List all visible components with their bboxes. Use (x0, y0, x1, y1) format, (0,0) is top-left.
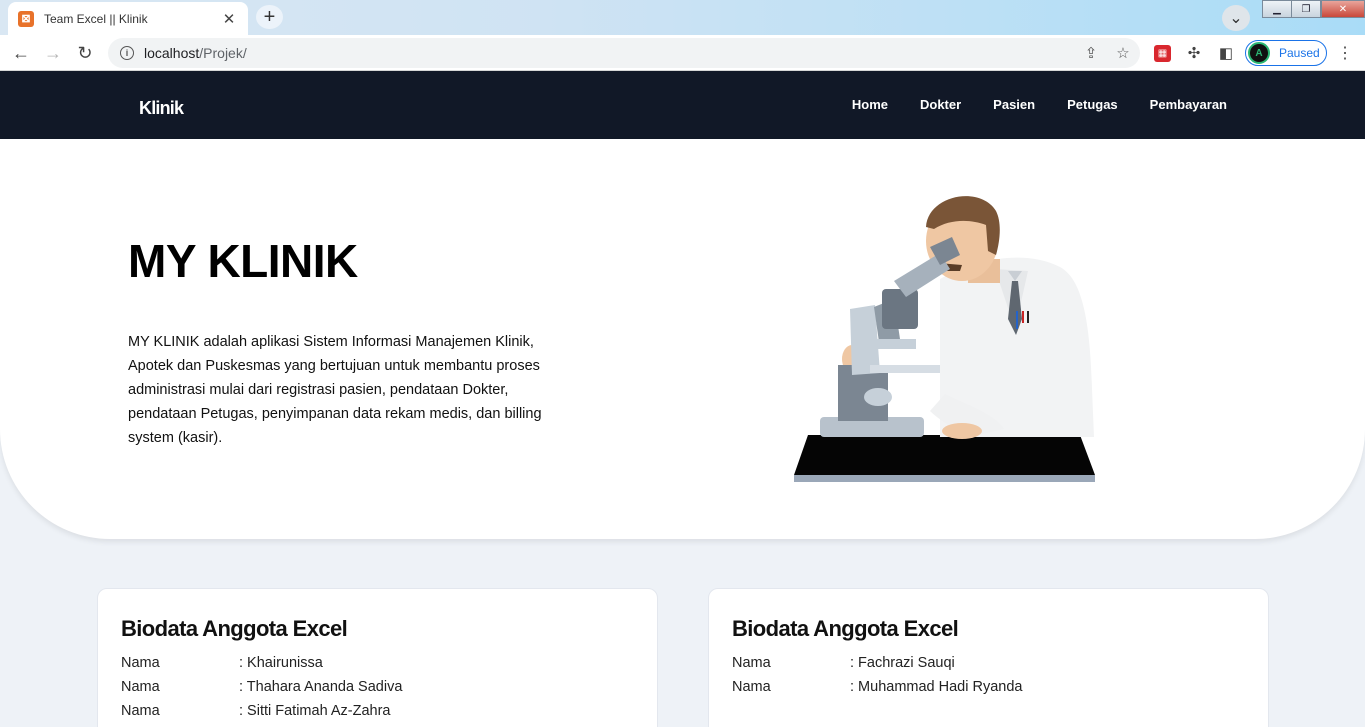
share-icon[interactable]: ⇪ (1082, 44, 1100, 62)
profile-status: Paused (1279, 46, 1320, 60)
card-title: Biodata Anggota Excel (121, 616, 348, 641)
list-item: Nama : Fachrazi Sauqi (732, 655, 955, 671)
list-item: Nama : Khairunissa (121, 655, 323, 671)
list-item: Nama : Muhammad Hadi Ryanda (732, 679, 1022, 695)
biodata-card-1: Biodata Anggota Excel Nama : Khairunissa… (97, 588, 658, 727)
minimize-window-button[interactable]: ▁ (1262, 0, 1292, 18)
brand-logo[interactable]: Klinik (139, 98, 184, 119)
row-label: Nama (121, 703, 160, 719)
row-value: : Muhammad Hadi Ryanda (850, 679, 1023, 695)
profile-avatar: A (1248, 42, 1270, 64)
bookmark-star-icon[interactable]: ☆ (1114, 44, 1132, 62)
forward-arrow-icon[interactable]: → (40, 40, 66, 66)
nav-petugas[interactable]: Petugas (1067, 97, 1118, 112)
row-value: : Fachrazi Sauqi (850, 655, 955, 671)
browser-tab[interactable]: ⊠ Team Excel || Klinik ✕ (8, 2, 248, 35)
tab-search-chevron-icon[interactable]: ⌄ (1222, 5, 1250, 31)
hero-section: MY KLINIK MY KLINIK adalah aplikasi Sist… (0, 139, 1365, 539)
row-label: Nama (732, 655, 771, 671)
close-window-button[interactable]: ✕ (1321, 0, 1365, 18)
browser-menu-icon[interactable]: ⋮ (1337, 43, 1353, 63)
close-tab-icon[interactable]: ✕ (220, 10, 238, 28)
card-title: Biodata Anggota Excel (732, 616, 959, 641)
biodata-card-2: Biodata Anggota Excel Nama : Fachrazi Sa… (708, 588, 1269, 727)
url-host: localhost (144, 45, 200, 61)
site-info-icon[interactable]: i (120, 46, 134, 60)
extension-red-icon[interactable]: ▦ (1154, 45, 1171, 62)
profile-button[interactable]: A Paused (1245, 40, 1327, 66)
row-label: Nama (121, 655, 160, 671)
list-item: Nama : Thahara Ananda Sadiva (121, 679, 402, 695)
row-label: Nama (732, 679, 771, 695)
row-label: Nama (121, 679, 160, 695)
row-value: : Khairunissa (239, 655, 323, 671)
row-value: : Sitti Fatimah Az-Zahra (239, 703, 391, 719)
reload-icon[interactable]: ↻ (72, 40, 98, 66)
list-item: Nama : Sitti Fatimah Az-Zahra (121, 703, 391, 719)
url-path: /Projek/ (199, 45, 247, 61)
xampp-favicon-icon: ⊠ (18, 10, 34, 27)
nav-pasien[interactable]: Pasien (993, 97, 1035, 112)
restore-window-button[interactable]: ❐ (1291, 0, 1321, 18)
new-tab-button[interactable]: + (256, 5, 283, 29)
browser-tab-strip: ⊠ Team Excel || Klinik ✕ + ⌄ ▁ ❐ ✕ (0, 0, 1365, 35)
side-panel-icon[interactable]: ◧ (1216, 43, 1236, 63)
nav-dokter[interactable]: Dokter (920, 97, 961, 112)
site-navbar: Klinik Home Dokter Pasien Petugas Pembay… (0, 71, 1365, 139)
doctor-microscope-illustration (794, 196, 1095, 482)
main-menu: Home Dokter Pasien Petugas Pembayaran (820, 97, 1227, 112)
row-value: : Thahara Ananda Sadiva (239, 679, 403, 695)
hero-description: MY KLINIK adalah aplikasi Sistem Informa… (128, 334, 542, 446)
extensions-puzzle-icon[interactable]: ✣ (1184, 43, 1204, 63)
browser-toolbar: ← → ↻ i localhost/Projek/ ⇪ ☆ ▦ ✣ ◧ A Pa… (0, 35, 1365, 71)
back-arrow-icon[interactable]: ← (8, 40, 34, 66)
nav-home[interactable]: Home (852, 97, 888, 112)
address-bar[interactable]: i localhost/Projek/ ⇪ ☆ (108, 38, 1140, 68)
nav-pembayaran[interactable]: Pembayaran (1150, 97, 1227, 112)
tab-title: Team Excel || Klinik (44, 11, 148, 26)
hero-title: MY KLINIK (128, 235, 358, 287)
url-text[interactable]: localhost/Projek/ (144, 45, 247, 61)
